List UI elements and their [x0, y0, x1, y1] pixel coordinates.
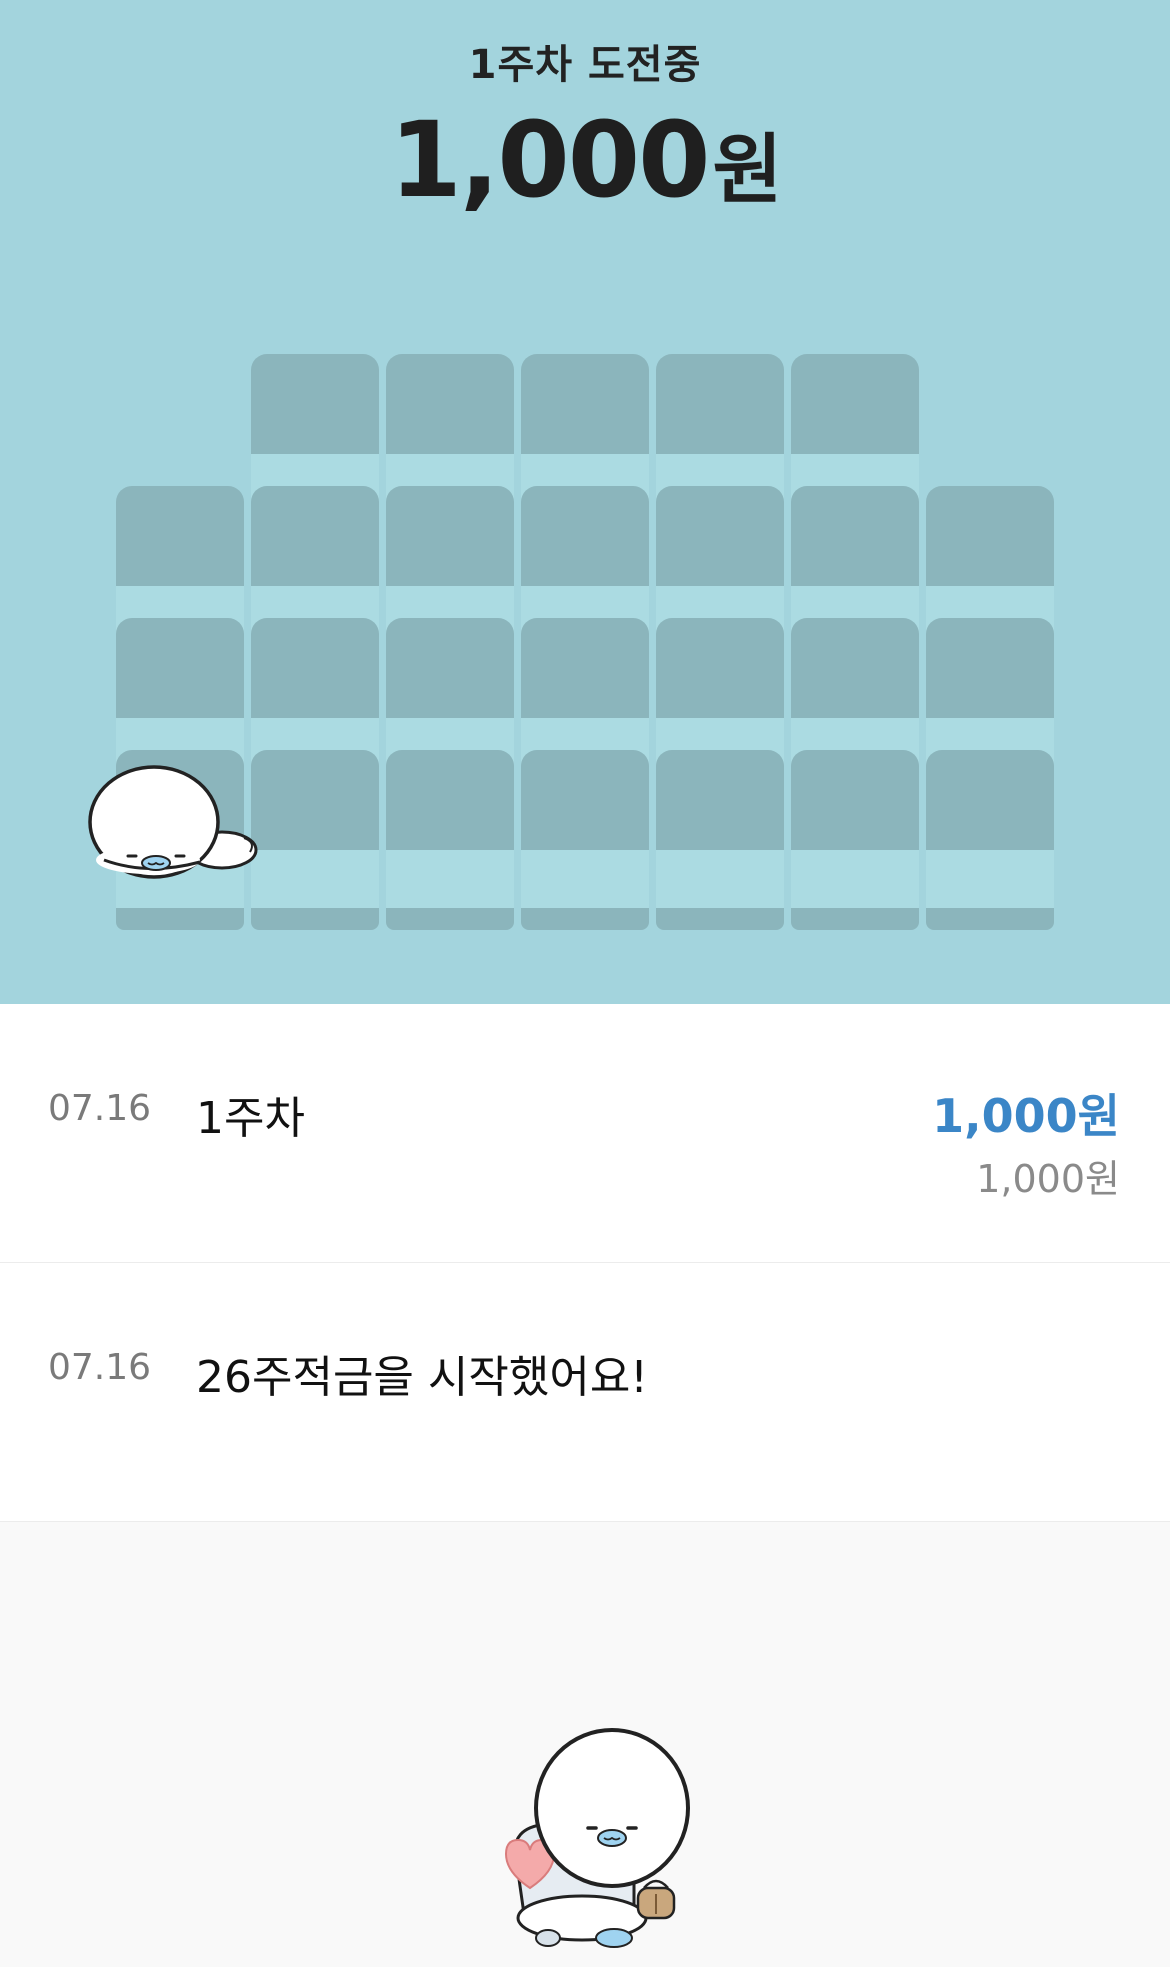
seat-back [926, 486, 1054, 586]
seat-back [791, 750, 919, 850]
seat-back [386, 354, 514, 454]
seat-back [521, 618, 649, 718]
history-date: 07.16 [48, 1347, 152, 1388]
seat-back [926, 618, 1054, 718]
seat-back [116, 618, 244, 718]
seat-cell [386, 750, 514, 920]
seal-mascot-lying-icon [88, 765, 258, 879]
seat-back [386, 750, 514, 850]
seat-back [656, 486, 784, 586]
seat-back [521, 750, 649, 850]
seat-base [926, 908, 1054, 930]
seat-back [251, 354, 379, 454]
seat-back [926, 750, 1054, 850]
history-sub-amount: 1,000원 [976, 1157, 1120, 1201]
seat-back [656, 354, 784, 454]
history-title: 26주적금을 시작했어요! [196, 1352, 648, 1403]
hero-section: 1주차 도전중 1,000원 [0, 0, 1170, 1004]
week-status-title: 1주차 도전중 [468, 42, 702, 88]
seat-back [521, 354, 649, 454]
seat-cell [251, 750, 379, 920]
history-row[interactable]: 07.16 26주적금을 시작했어요! [0, 1263, 1170, 1522]
seat-back [251, 618, 379, 718]
seat-base [386, 908, 514, 930]
seat-cell [791, 750, 919, 920]
seat-back [656, 750, 784, 850]
seat-back [791, 486, 919, 586]
history-list: 07.16 1주차 1,000원 1,000원 07.16 26주적금을 시작했… [0, 1004, 1170, 1522]
seat-back [386, 618, 514, 718]
seat-back [386, 486, 514, 586]
seat-back [656, 618, 784, 718]
seat-base [251, 908, 379, 930]
seat-base [656, 908, 784, 930]
seat-cell [521, 750, 649, 920]
seat-cell [656, 750, 784, 920]
seat-base [791, 908, 919, 930]
seat-base [521, 908, 649, 930]
seat-back [251, 486, 379, 586]
history-title: 1주차 [196, 1093, 305, 1144]
history-date: 07.16 [48, 1088, 152, 1129]
total-amount-value: 1,000 [389, 99, 711, 221]
seat-back [521, 486, 649, 586]
seat-base [116, 908, 244, 930]
seat-back [251, 750, 379, 850]
history-row[interactable]: 07.16 1주차 1,000원 1,000원 [0, 1004, 1170, 1263]
total-amount-unit: 원 [712, 125, 783, 214]
seat-back [791, 354, 919, 454]
history-amount: 1,000원 [932, 1089, 1120, 1143]
seat-back [116, 486, 244, 586]
seat-cell [926, 750, 1054, 920]
total-amount: 1,000원 [0, 108, 1170, 212]
seal-mascot-with-heart-icon [504, 1728, 690, 1948]
seat-back [791, 618, 919, 718]
